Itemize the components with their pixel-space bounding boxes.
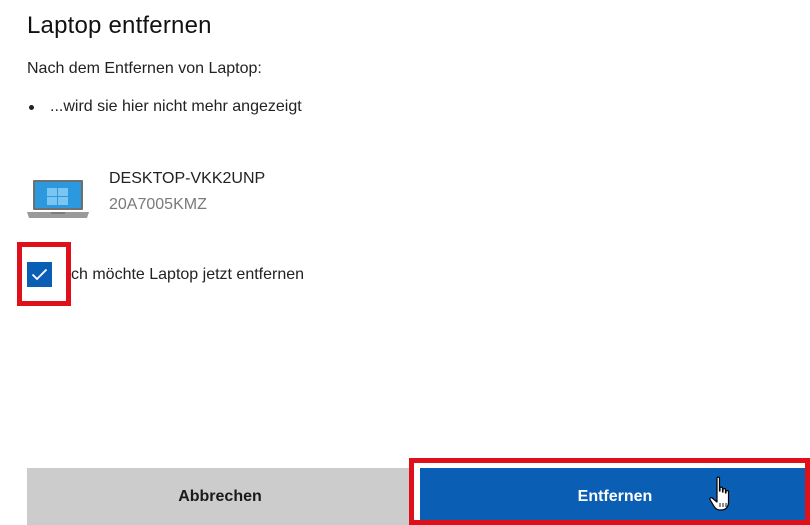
confirm-checkbox[interactable] bbox=[27, 262, 52, 287]
confirm-checkbox-label[interactable]: ch möchte Laptop jetzt entfernen bbox=[71, 266, 304, 284]
dialog-subtitle: Nach dem Entfernen von Laptop: bbox=[27, 60, 262, 77]
bullet-dot-icon bbox=[29, 104, 34, 110]
device-info: DESKTOP-VKK2UNP 20A7005KMZ bbox=[27, 168, 265, 222]
remove-highlight-frame bbox=[409, 458, 810, 525]
laptop-icon bbox=[27, 180, 89, 218]
device-model: 20A7005KMZ bbox=[109, 196, 207, 213]
device-name: DESKTOP-VKK2UNP bbox=[109, 170, 266, 187]
hand-cursor-icon bbox=[709, 476, 730, 511]
bullet-text: ...wird sie hier nicht mehr angezeigt bbox=[50, 98, 302, 115]
checkmark-icon bbox=[31, 268, 48, 281]
dialog-title: Laptop entfernen bbox=[27, 12, 212, 39]
cancel-button[interactable]: Abbrechen bbox=[27, 468, 413, 525]
bullet-item: ...wird sie hier nicht mehr angezeigt bbox=[27, 98, 302, 116]
